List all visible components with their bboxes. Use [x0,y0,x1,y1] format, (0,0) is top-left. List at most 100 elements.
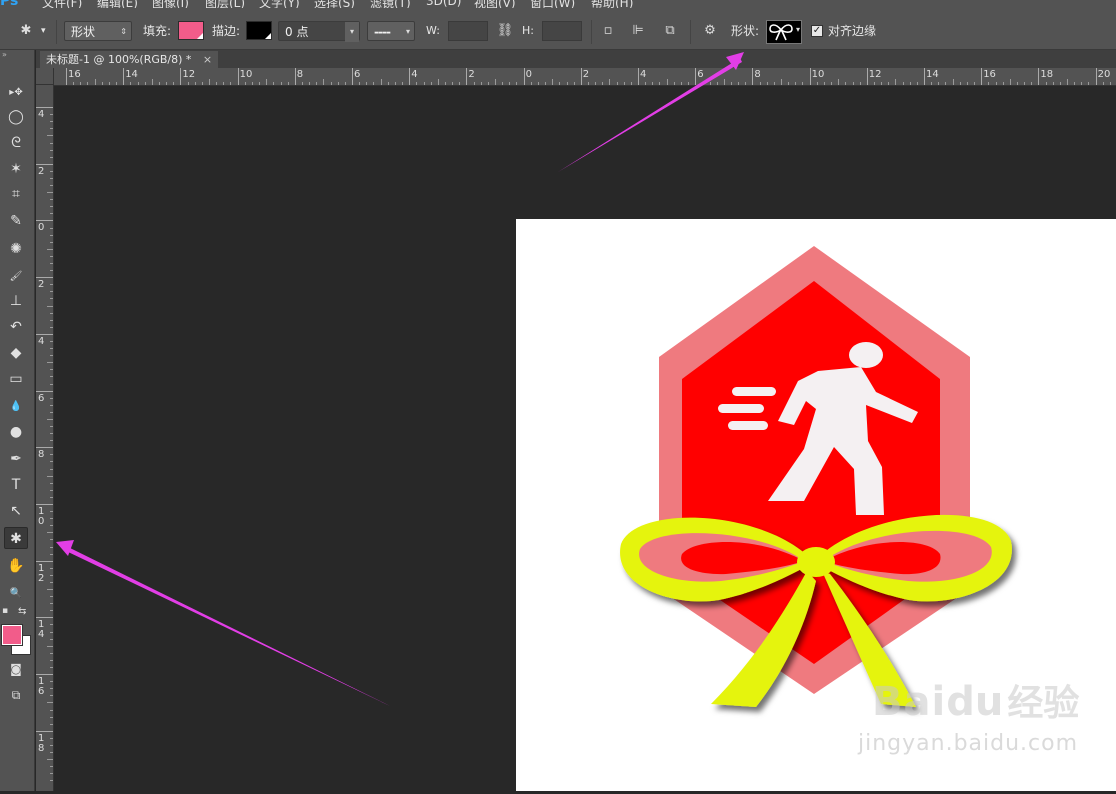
ruler-minor-tick [516,82,518,85]
menu-view[interactable]: 视图(V) [474,0,516,8]
menu-help[interactable]: 帮助(H) [591,0,633,8]
eraser-icon: ◆ [10,345,22,361]
ruler-label: 2 [468,69,475,80]
ruler-minor-tick [251,82,253,85]
type-tool[interactable]: T [4,474,28,496]
tool-preset-dropdown-icon[interactable]: ▾ [41,21,46,41]
ruler-label: 1 4 [38,619,45,641]
foreground-color-swatch[interactable] [1,624,23,646]
watermark-brand-du: du [946,679,1004,725]
width-input[interactable] [448,21,488,41]
ruler-origin[interactable] [36,68,54,85]
ruler-minor-tick [659,82,661,85]
eraser-tool[interactable]: ◆ [4,342,28,364]
stroke-style-select[interactable]: ---- ▾ [367,21,415,41]
ruler-label: 1 8 [38,732,45,754]
ruler-minor-tick [988,82,990,85]
gradient-tool[interactable]: ▭ [4,368,28,390]
ruler-minor-tick [50,156,53,158]
screen-mode-icon[interactable]: ⧉ [4,684,28,706]
ruler-label: 4 [640,69,647,80]
ruler-minor-tick [50,631,53,633]
align-edges-checkbox[interactable]: ✓ [811,25,823,37]
link-icon[interactable]: ⛓ [495,21,515,41]
stroke-color-swatch[interactable] [246,21,272,40]
eyedropper-icon: ✎ [10,213,22,229]
menu-filter[interactable]: 滤镜(T) [370,0,411,8]
path-arrangement-icon[interactable]: ⧉ [660,21,680,41]
brush-icon: 🖌 [9,271,23,282]
ruler-minor-tick [380,79,382,85]
blur-tool[interactable]: 💧 [4,394,28,416]
menu-layer[interactable]: 图层(L) [205,0,245,8]
menu-file[interactable]: 文件(F) [42,0,82,8]
ruler-tick [36,503,53,505]
ruler-label: 6 [697,69,704,80]
divider [56,20,57,44]
history-brush-tool[interactable]: ↶ [4,316,28,338]
ruler-minor-tick [50,326,53,328]
menu-type[interactable]: 文字(Y) [259,0,300,8]
tool-preset-icon[interactable]: ✱ [16,21,36,41]
ruler-minor-tick [50,270,53,272]
menu-image[interactable]: 图像(I) [152,0,189,8]
crop-tool[interactable]: ⌗ [4,183,28,205]
horizontal-ruler[interactable]: 16 14 12 10 8 6 4 2 0 2 4 6 8 10 12 14 16 18 20 [54,68,1116,86]
default-colors-icon[interactable]: ▪ [2,606,8,616]
height-input[interactable] [542,21,582,41]
ruler-label: 10 [239,69,253,80]
pen-tool[interactable]: ✒ [4,448,28,470]
stroke-width-input[interactable]: 0 点 ▾ [278,21,360,42]
menu-3d[interactable]: 3D(D) [426,0,461,8]
fill-color-swatch[interactable] [178,21,204,40]
ruler-label: 2 [38,279,45,291]
path-alignment-icon[interactable]: ⊫ [628,21,648,41]
collapse-panel-icon[interactable]: » [2,50,7,59]
ruler-minor-tick [1045,82,1047,85]
bow-knot [797,547,835,577]
lasso-tool[interactable]: ᘓ [4,132,28,154]
document-tab[interactable]: 未标题-1 @ 100%(RGB/8) * × [40,51,219,68]
ruler-minor-tick [50,348,53,349]
ruler-minor-tick [738,82,740,85]
ruler-minor-tick [1102,82,1104,85]
ruler-minor-tick [166,82,168,85]
quick-mask-icon[interactable]: ◙ [4,658,28,680]
vertical-ruler[interactable]: 4 2 0 2 4 6 8 1 0 1 2 1 4 1 6 1 8 [36,85,54,791]
stamp-tool[interactable]: ⊥ [4,290,28,312]
magic-wand-tool[interactable]: ✶ [4,158,28,180]
dodge-tool[interactable]: ● [4,421,28,443]
document-canvas[interactable]: Baidu 经验 jingyan.baidu.com [516,219,1116,791]
move-tool[interactable]: ▸✥ [4,80,28,102]
ruler-minor-tick [50,234,53,236]
marquee-tool[interactable]: ◯ [4,106,28,128]
path-operations-icon[interactable]: ▫ [598,21,618,41]
menu-window[interactable]: 窗口(W) [530,0,575,8]
swap-colors-icon[interactable]: ⇆ [18,606,26,617]
shape-picker[interactable]: ▾ [766,20,802,44]
menu-edit[interactable]: 编辑(E) [97,0,138,8]
chevron-down-icon[interactable]: ▾ [345,22,359,42]
document-tab-bar: 未标题-1 @ 100%(RGB/8) * × [36,50,1116,68]
ruler-minor-tick [344,82,346,85]
ruler-label: 6 [354,69,361,80]
gear-icon[interactable]: ⚙ [700,21,720,41]
ruler-minor-tick [73,82,75,85]
zoom-tool[interactable]: 🔍 [4,581,28,603]
eyedropper-tool[interactable]: ✎ [4,210,28,232]
healing-tool[interactable]: ✺ [4,238,28,260]
menu-select[interactable]: 选择(S) [314,0,355,8]
path-select-tool[interactable]: ↖ [4,500,28,522]
close-icon[interactable]: × [203,53,212,66]
ruler-minor-tick [223,82,225,85]
mode-select[interactable]: 形状 ⇕ [64,21,132,41]
custom-shape-icon: ✱ [10,531,22,547]
brush-tool[interactable]: 🖌 [4,264,28,286]
ruler-minor-tick [509,82,511,85]
custom-shape-tool[interactable]: ✱ [4,527,28,549]
ruler-label: 2 [582,69,590,80]
hand-tool[interactable]: ✋ [4,555,28,577]
ruler-minor-tick [545,82,547,85]
chevron-down-icon: ▾ [795,25,800,34]
ruler-minor-tick [552,79,554,85]
